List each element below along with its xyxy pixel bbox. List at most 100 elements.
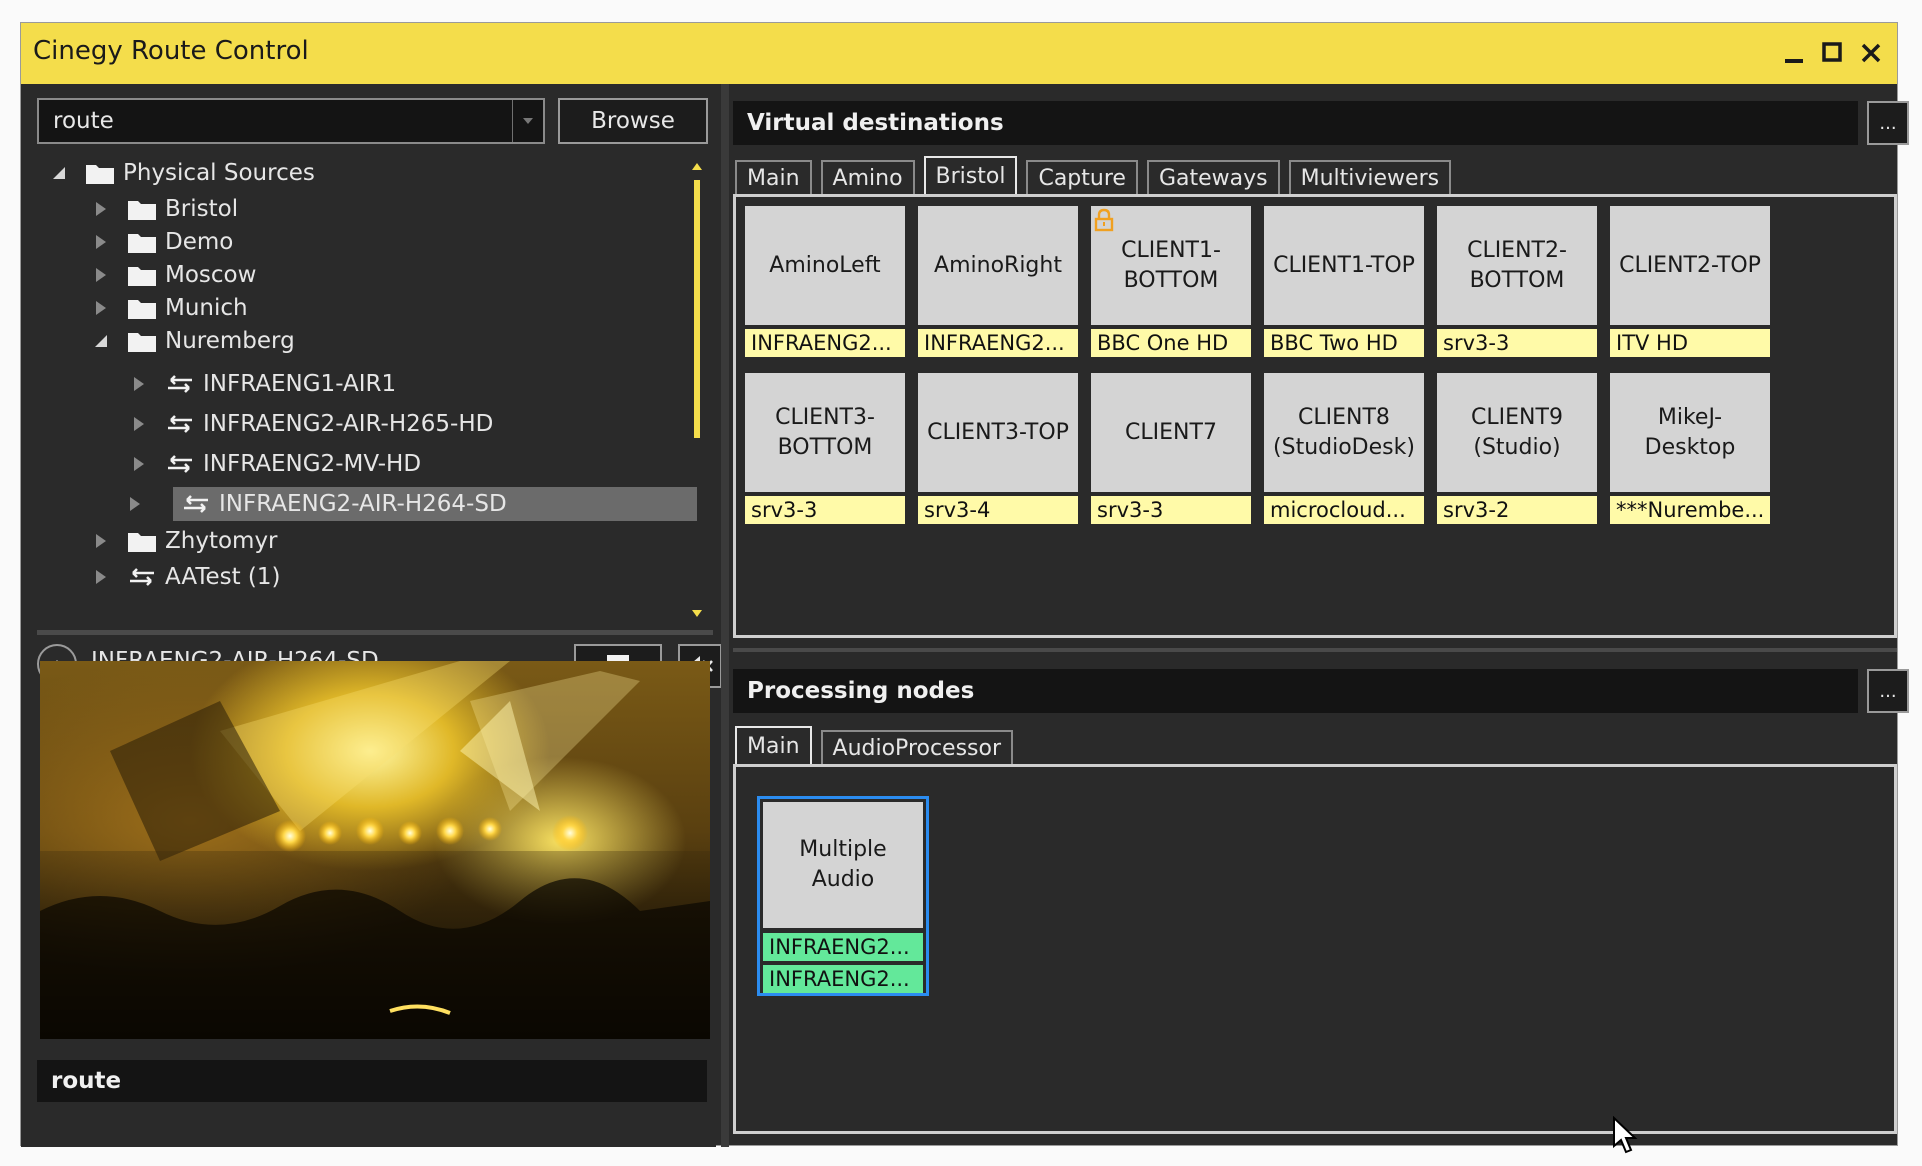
- destination-tile[interactable]: CLIENT1- BOTTOM BBC One HD: [1091, 206, 1251, 357]
- close-icon[interactable]: [1855, 35, 1887, 69]
- destination-name: AminoLeft: [745, 206, 905, 325]
- destination-tile[interactable]: CLIENT3- BOTTOM srv3-3: [745, 373, 905, 524]
- tree-item-selected-source[interactable]: INFRAENG2-AIR-H264-SD: [173, 487, 697, 521]
- route-icon: [165, 452, 195, 476]
- tree-item-label: Moscow: [165, 262, 257, 288]
- tree-item-demo[interactable]: Demo: [91, 225, 233, 259]
- processing-node-tile[interactable]: Multiple Audio INFRAENG2... INFRAENG2...: [757, 796, 929, 996]
- minimize-icon[interactable]: [1779, 35, 1811, 69]
- destination-name: CLIENT3-TOP: [918, 373, 1078, 492]
- virtual-destinations-more-button[interactable]: ...: [1867, 101, 1909, 145]
- tree-item-aatest[interactable]: AATest (1): [91, 560, 281, 594]
- tab-amino[interactable]: Amino: [820, 160, 915, 194]
- tab-main[interactable]: Main: [735, 160, 812, 194]
- destination-name: CLIENT3- BOTTOM: [745, 373, 905, 492]
- expand-arrow-icon[interactable]: [129, 414, 149, 434]
- expand-arrow-icon[interactable]: [91, 298, 111, 318]
- tree-item-label: INFRAENG2-AIR-H264-SD: [219, 491, 507, 517]
- app-window: Cinegy Route Control Browse Physical Sou…: [20, 22, 1909, 1147]
- destination-source: BBC Two HD: [1264, 329, 1424, 357]
- expand-arrow-icon[interactable]: [91, 567, 111, 587]
- virtual-destinations-header: Virtual destinations: [733, 101, 1858, 145]
- maximize-icon[interactable]: [1817, 35, 1849, 69]
- collapse-arrow-icon[interactable]: [91, 331, 111, 351]
- tab-bristol[interactable]: Bristol: [923, 156, 1018, 194]
- destination-tile[interactable]: CLIENT8 (StudioDesk) microcloud...: [1264, 373, 1424, 524]
- destination-source: srv3-4: [918, 496, 1078, 524]
- cursor-icon: [1613, 1116, 1638, 1154]
- expand-arrow-icon[interactable]: [129, 374, 149, 394]
- folder-icon: [127, 329, 157, 353]
- tree-item-source[interactable]: INFRAENG1-AIR1: [129, 367, 396, 401]
- destination-tile[interactable]: AminoLeft INFRAENG2...: [745, 206, 905, 357]
- tree-item-label: Nuremberg: [165, 328, 295, 354]
- collapse-arrow-icon[interactable]: [49, 163, 69, 183]
- destination-tile[interactable]: CLIENT9 (Studio) srv3-2: [1437, 373, 1597, 524]
- destination-name: CLIENT8 (StudioDesk): [1264, 373, 1424, 492]
- destination-name: CLIENT7: [1091, 373, 1251, 492]
- panel-splitter[interactable]: [733, 648, 1897, 652]
- destination-source: ***Nurembe...: [1610, 496, 1770, 524]
- expand-arrow-icon[interactable]: [91, 265, 111, 285]
- tree-item-label: Physical Sources: [123, 160, 315, 186]
- expand-arrow-icon[interactable]: [129, 494, 141, 514]
- chevron-down-icon[interactable]: [512, 100, 543, 142]
- expand-arrow-icon[interactable]: [129, 454, 149, 474]
- tab-multiviewers[interactable]: Multiviewers: [1288, 160, 1452, 194]
- tree-item-label: INFRAENG1-AIR1: [203, 371, 397, 397]
- title-bar: Cinegy Route Control: [21, 23, 1897, 84]
- expand-arrow-icon[interactable]: [91, 199, 111, 219]
- destination-tile[interactable]: AminoRight INFRAENG2...: [918, 206, 1078, 357]
- destination-name: CLIENT9 (Studio): [1437, 373, 1597, 492]
- destination-name: CLIENT2-TOP: [1610, 206, 1770, 325]
- source-tree[interactable]: Physical Sources Bristol Demo Moscow Mun…: [37, 156, 713, 616]
- destination-tile[interactable]: CLIENT7 srv3-3: [1091, 373, 1251, 524]
- tree-item-source[interactable]: INFRAENG2-AIR-H265-HD: [129, 407, 493, 441]
- tree-item-munich[interactable]: Munich: [91, 291, 248, 325]
- tree-item-physical-sources[interactable]: Physical Sources: [49, 156, 315, 190]
- processing-nodes-tabs: Main AudioProcessor: [735, 726, 1022, 764]
- route-icon: [165, 412, 195, 436]
- panel-splitter[interactable]: [37, 630, 713, 635]
- destination-source: srv3-3: [1437, 329, 1597, 357]
- tab-capture[interactable]: Capture: [1026, 160, 1138, 194]
- tree-item-nuremberg[interactable]: Nuremberg: [91, 324, 295, 358]
- tab-gateways[interactable]: Gateways: [1146, 160, 1280, 194]
- tree-item-label: Zhytomyr: [165, 528, 278, 554]
- tab-main[interactable]: Main: [735, 726, 812, 764]
- source-filter-input[interactable]: [39, 100, 509, 142]
- vertical-splitter[interactable]: [721, 84, 729, 1147]
- tree-item-label: INFRAENG2-AIR-H265-HD: [203, 411, 494, 437]
- expand-arrow-icon[interactable]: [91, 531, 111, 551]
- route-icon: [127, 565, 157, 589]
- tab-audioprocessor[interactable]: AudioProcessor: [820, 730, 1014, 764]
- route-icon: [181, 492, 211, 516]
- processing-node-input: INFRAENG2...: [763, 965, 923, 993]
- expand-arrow-icon[interactable]: [91, 232, 111, 252]
- tree-scrollbar-thumb[interactable]: [694, 180, 700, 438]
- destination-name: CLIENT1- BOTTOM: [1091, 206, 1251, 325]
- processing-nodes-more-button[interactable]: ...: [1867, 669, 1909, 713]
- status-bar: route: [37, 1060, 707, 1102]
- tree-item-zhytomyr[interactable]: Zhytomyr: [91, 524, 278, 558]
- destination-tile[interactable]: MikeJ- Desktop ***Nurembe...: [1610, 373, 1770, 524]
- source-filter-combo[interactable]: [37, 98, 545, 144]
- destination-tile[interactable]: CLIENT3-TOP srv3-4: [918, 373, 1078, 524]
- route-icon: [165, 372, 195, 396]
- tree-item-moscow[interactable]: Moscow: [91, 258, 256, 292]
- destination-tile[interactable]: CLIENT1-TOP BBC Two HD: [1264, 206, 1424, 357]
- destination-source: microcloud...: [1264, 496, 1424, 524]
- browse-button[interactable]: Browse: [558, 98, 708, 144]
- tree-item-bristol[interactable]: Bristol: [91, 192, 238, 226]
- tree-item-label: Bristol: [165, 196, 239, 222]
- tree-item-source[interactable]: INFRAENG2-MV-HD: [129, 447, 421, 481]
- tree-item-label: AATest (1): [165, 564, 281, 590]
- destination-source: srv3-2: [1437, 496, 1597, 524]
- video-preview: [40, 661, 710, 1039]
- destination-tile[interactable]: CLIENT2-TOP ITV HD: [1610, 206, 1770, 357]
- folder-icon: [127, 529, 157, 553]
- destination-source: srv3-3: [745, 496, 905, 524]
- destination-tile[interactable]: CLIENT2- BOTTOM srv3-3: [1437, 206, 1597, 357]
- folder-icon: [127, 296, 157, 320]
- tree-item-label: INFRAENG2-MV-HD: [203, 451, 422, 477]
